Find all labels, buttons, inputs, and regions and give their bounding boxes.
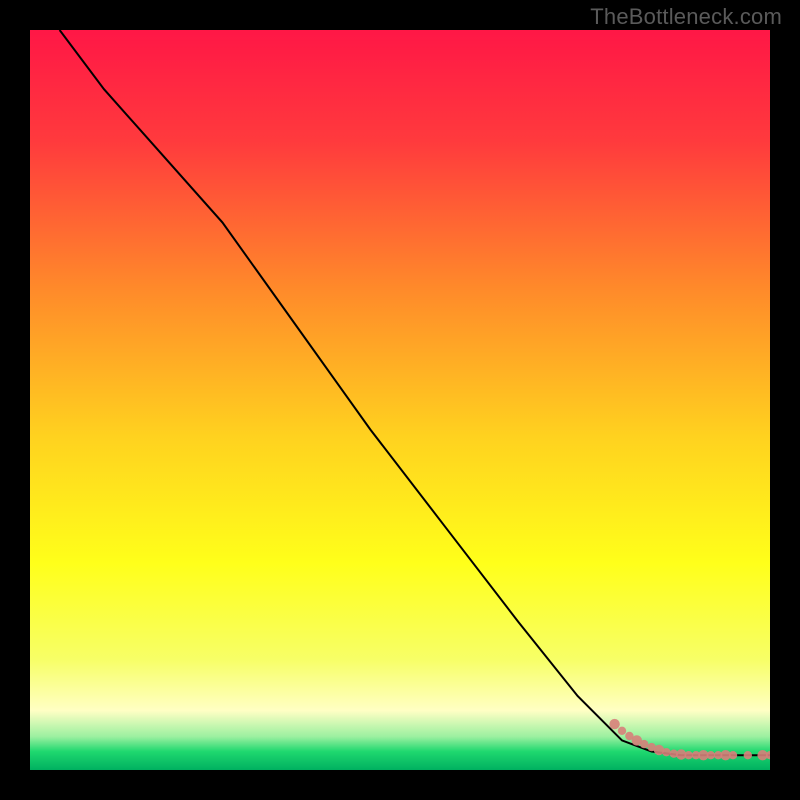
marker-point (609, 719, 619, 729)
marker-point (618, 727, 626, 735)
marker-point (744, 751, 752, 759)
marker-point (729, 751, 737, 759)
marker-point (684, 751, 692, 759)
main-curve (60, 30, 770, 755)
marker-point (662, 748, 670, 756)
plot-area (30, 30, 770, 770)
chart-stage: TheBottleneck.com (0, 0, 800, 800)
bottom-markers-group (609, 719, 770, 761)
marker-point (707, 751, 715, 759)
marker-point (640, 740, 648, 748)
watermark-text: TheBottleneck.com (590, 4, 782, 30)
series-overlay (30, 30, 770, 770)
